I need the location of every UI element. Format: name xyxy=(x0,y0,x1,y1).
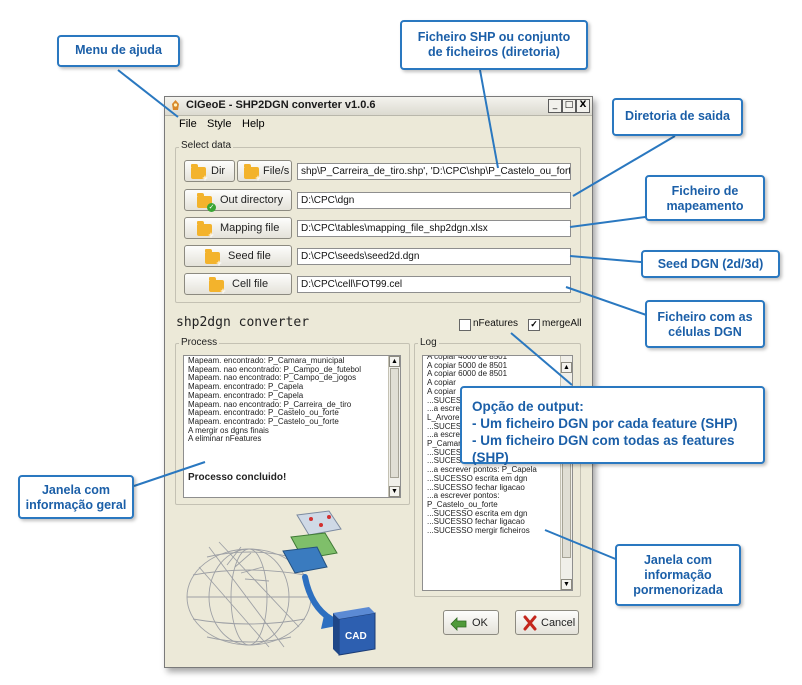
callout-cells: Ficheiro com as células DGN xyxy=(645,300,765,348)
callout-detailed-line3: pormenorizada xyxy=(633,583,723,597)
callout-output-dir: Diretoria de saida xyxy=(612,98,743,136)
callout-cells-line1: Ficheiro com as xyxy=(657,310,753,324)
callout-detailed-line1: Janela com xyxy=(643,553,713,567)
callout-cells-line2: células DGN xyxy=(668,325,742,339)
callout-detailed-line2: informação xyxy=(644,568,712,582)
callout-shp-files: Ficheiro SHP ou conjunto de ficheiros (d… xyxy=(400,20,588,70)
callout-shp-line2: de ficheiros (diretoria) xyxy=(428,45,560,59)
callout-output-line3: - Um ficheiro DGN com todas as features … xyxy=(472,433,735,465)
callout-help-text: Menu de ajuda xyxy=(75,43,162,57)
callout-output-line2: - Um ficheiro DGN por cada feature (SHP) xyxy=(472,416,738,431)
callout-mapping-line1: Ficheiro de xyxy=(671,184,739,198)
callout-detailed-info: Janela com informação pormenorizada xyxy=(615,544,741,606)
callout-general-line2: informação geral xyxy=(25,498,127,512)
callout-help-menu: Menu de ajuda xyxy=(57,35,180,67)
callout-seed: Seed DGN (2d/3d) xyxy=(641,250,780,278)
callout-mapping-line2: mapeamento xyxy=(666,199,744,213)
callout-mapping: Ficheiro de mapeamento xyxy=(645,175,765,221)
callout-outdir-text: Diretoria de saida xyxy=(625,109,730,123)
callout-shp-line1: Ficheiro SHP ou conjunto xyxy=(417,30,571,44)
callout-general-info: Janela com informação geral xyxy=(18,475,134,519)
callout-seed-text: Seed DGN (2d/3d) xyxy=(657,257,764,271)
callout-general-line1: Janela com xyxy=(41,483,111,497)
callout-output-option: Opção de output: - Um ficheiro DGN por c… xyxy=(460,386,765,465)
callout-output-line1: Opção de output: xyxy=(472,399,584,414)
